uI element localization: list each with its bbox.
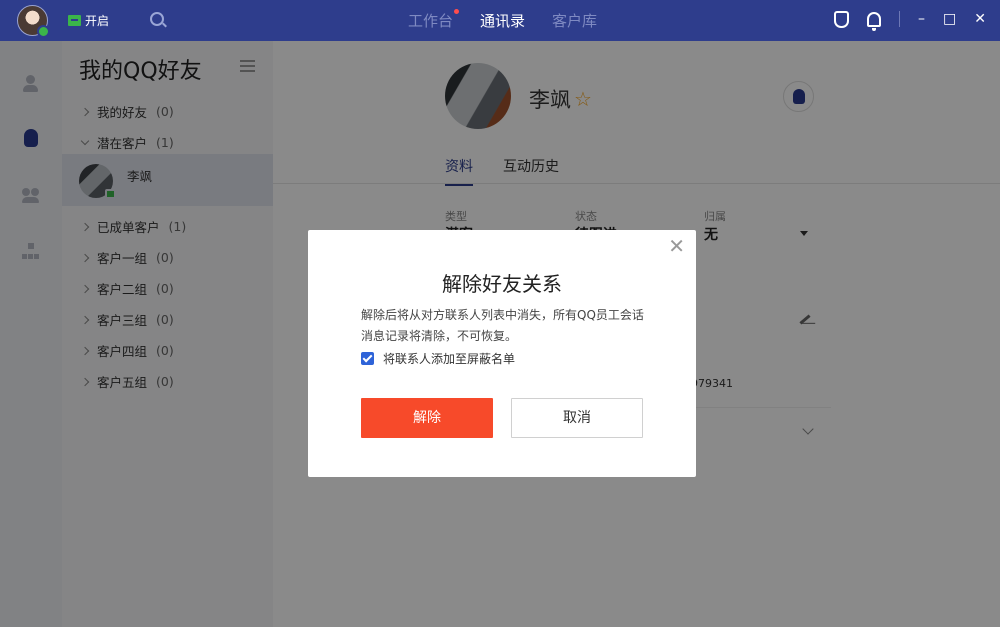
shield-icon[interactable] xyxy=(834,10,850,28)
minimize-button[interactable]: – xyxy=(918,10,925,28)
confirm-remove-button[interactable]: 解除 xyxy=(361,398,493,438)
tab-customer-library-label: 客户库 xyxy=(552,12,598,30)
remove-friend-dialog: ✕ 解除好友关系 解除后将从对方联系人列表中消失，所有QQ员工会话消息记录将清除… xyxy=(308,230,696,477)
notification-dot xyxy=(454,9,460,14)
block-list-checkbox[interactable]: 将联系人添加至屏蔽名单 xyxy=(361,350,515,367)
tab-contacts-label: 通讯录 xyxy=(480,12,526,30)
open-label: 开启 xyxy=(85,14,110,28)
dialog-message: 解除后将从对方联系人列表中消失，所有QQ员工会话消息记录将清除，不可恢复。 xyxy=(361,308,644,343)
search-icon[interactable] xyxy=(150,12,164,26)
checkbox-label: 将联系人添加至屏蔽名单 xyxy=(383,352,516,366)
window-controls: – □ ✕ xyxy=(834,10,986,31)
tab-workbench-label: 工作台 xyxy=(408,12,454,30)
dialog-title: 解除好友关系 xyxy=(442,272,562,296)
top-bar: 开启 工作台 通讯录 客户库 – □ ✕ xyxy=(0,0,1000,41)
user-avatar[interactable] xyxy=(17,5,50,38)
main-tabs: 工作台 通讯录 客户库 xyxy=(408,9,597,31)
maximize-button[interactable]: □ xyxy=(943,10,956,28)
divider xyxy=(899,11,901,27)
tab-workbench[interactable]: 工作台 xyxy=(408,9,460,31)
open-toggle[interactable]: 开启 xyxy=(68,12,109,29)
cancel-button[interactable]: 取消 xyxy=(511,398,643,438)
close-icon[interactable]: ✕ xyxy=(668,236,685,256)
online-status-icon xyxy=(37,25,50,38)
chat-icon xyxy=(68,15,81,26)
close-window-button[interactable]: ✕ xyxy=(974,10,986,28)
checkbox-checked-icon[interactable] xyxy=(361,352,374,365)
bell-icon[interactable] xyxy=(867,11,882,31)
tab-customer-library[interactable]: 客户库 xyxy=(552,10,597,31)
tab-contacts[interactable]: 通讯录 xyxy=(480,10,525,31)
